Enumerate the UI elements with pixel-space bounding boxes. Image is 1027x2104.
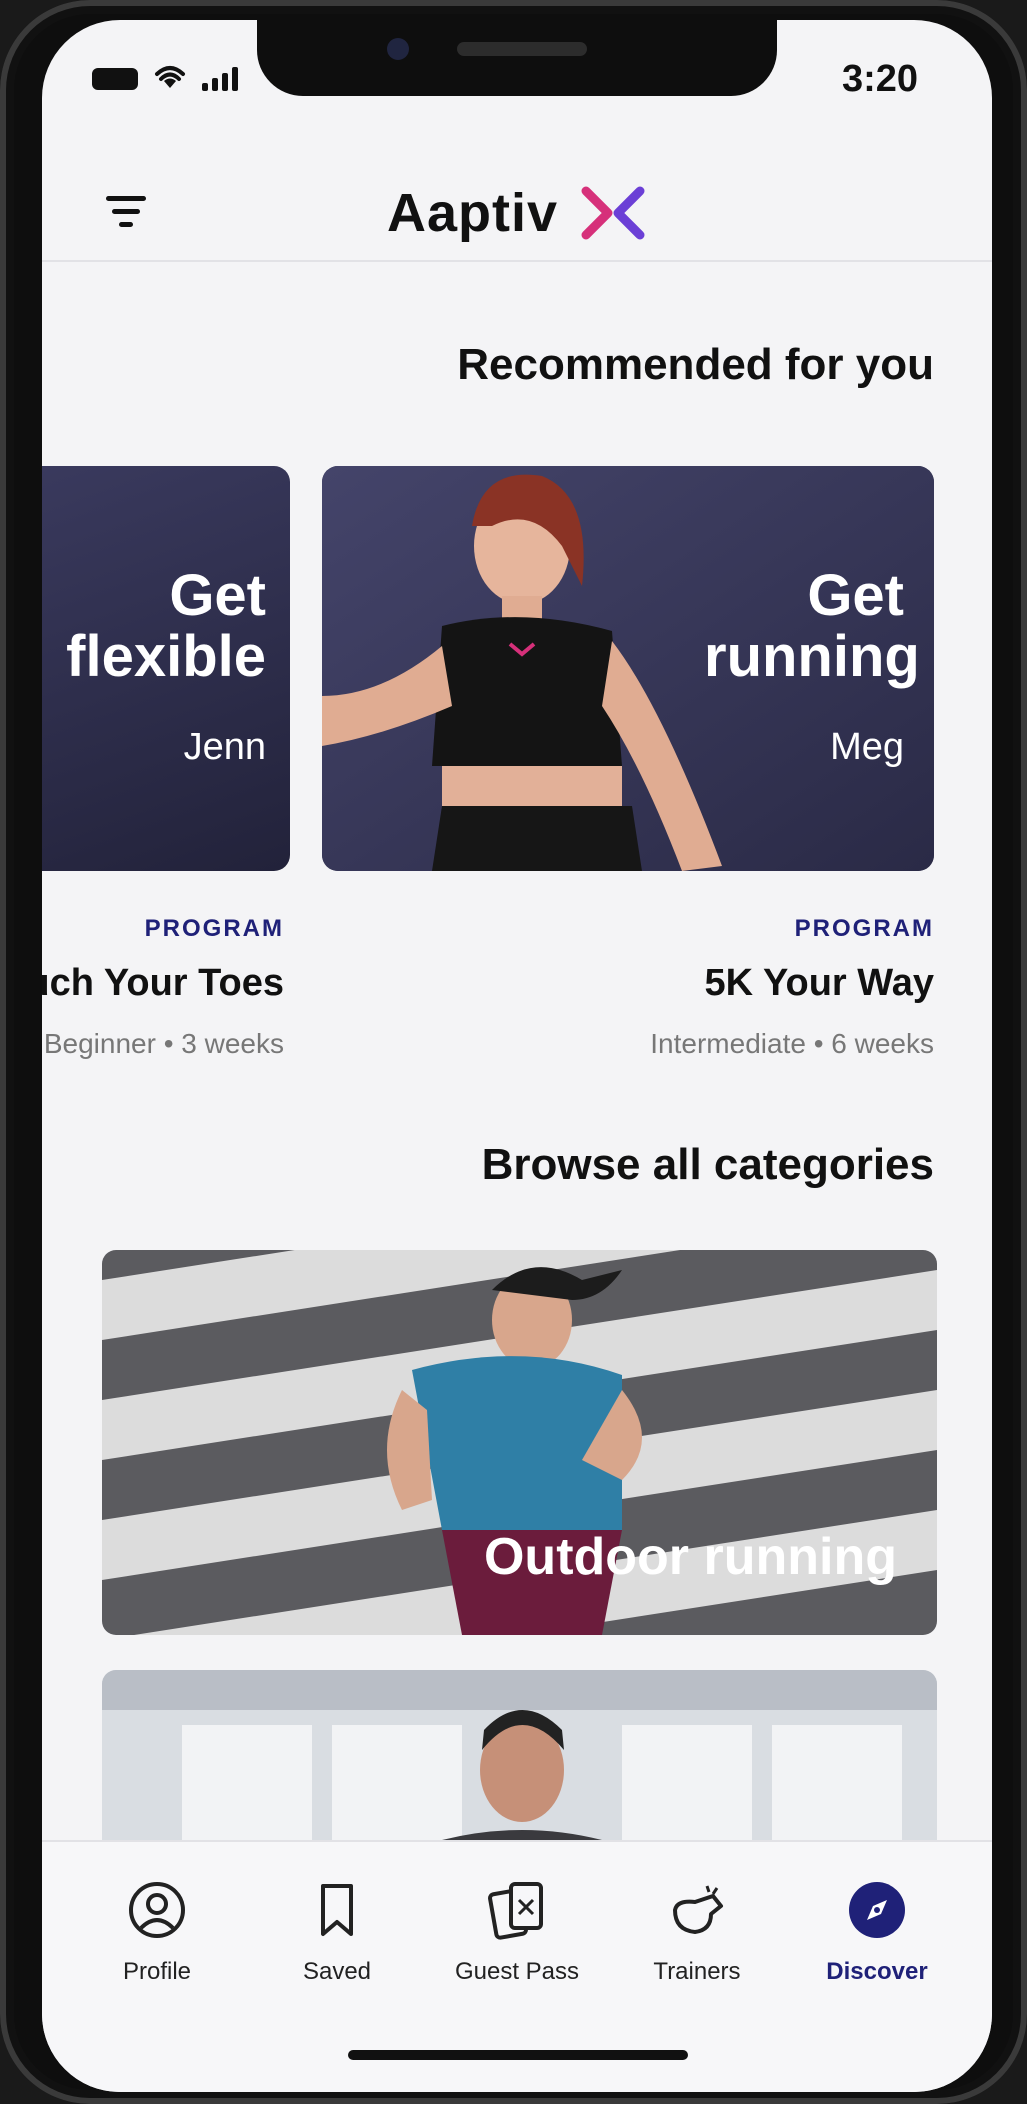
status-time: 3:20	[841, 58, 918, 100]
tab-guest-pass[interactable]: Guest Pass	[432, 1880, 602, 1986]
card-type-label: PROGRAM	[144, 915, 284, 942]
bookmark-icon	[307, 1880, 367, 1940]
card-program-name[interactable]: 5K Your Way	[705, 962, 934, 1005]
tab-discover[interactable]: Discover	[792, 1880, 962, 1986]
card-program-meta: Beginner • 3 weeks	[43, 1028, 284, 1059]
battery-icon	[92, 68, 138, 90]
tab-label: Discover	[826, 1958, 928, 1985]
guest-pass-icon	[487, 1880, 547, 1940]
card-overlay-title: Get flexible	[66, 563, 266, 689]
phone-frame: 3:20 Aaptiv Recommended for you Get flex…	[0, 0, 1027, 2104]
brand-mark-icon	[581, 186, 645, 240]
category-photo	[102, 1670, 937, 1855]
card-program-name[interactable]: Touch Your Toes	[42, 962, 284, 1005]
speaker-grille	[457, 42, 587, 56]
status-indicators	[92, 62, 238, 96]
brand-name: Aaptiv	[387, 183, 559, 243]
compass-icon	[847, 1880, 907, 1940]
tab-label: Profile	[122, 1958, 192, 1985]
card-overlay-title: Get running	[704, 563, 920, 689]
wifi-icon	[152, 62, 188, 96]
signal-icon	[202, 67, 238, 91]
tab-label: Trainers	[653, 1958, 741, 1985]
brand-logo: Aaptiv	[387, 182, 648, 244]
category-label: Outdoor running	[483, 1528, 897, 1586]
app-header: Aaptiv	[42, 160, 992, 262]
tab-saved[interactable]: Saved	[252, 1880, 422, 1986]
app-screen: 3:20 Aaptiv Recommended for you Get flex…	[42, 20, 992, 2092]
recommended-title: Recommended for you	[457, 340, 934, 389]
card-trainer-name: Jenn	[183, 726, 266, 768]
category-card[interactable]	[102, 1670, 937, 1855]
camera-icon	[387, 38, 409, 60]
profile-icon	[127, 1880, 187, 1940]
card-trainer-name: Meg	[830, 726, 904, 768]
category-card-outdoor-running[interactable]: Outdoor running	[102, 1250, 937, 1635]
browse-title: Browse all categories	[481, 1140, 934, 1189]
tab-trainers[interactable]: Trainers	[612, 1880, 782, 1986]
tab-profile[interactable]: Profile	[72, 1880, 242, 1986]
card-type-label: PROGRAM	[794, 915, 934, 942]
program-card-get-running[interactable]: Get running Meg	[322, 466, 934, 871]
home-indicator[interactable]	[348, 2050, 688, 2060]
notch	[257, 20, 777, 96]
filter-icon[interactable]	[104, 196, 148, 236]
card-program-meta: Intermediate • 6 weeks	[650, 1028, 934, 1059]
whistle-icon	[667, 1880, 727, 1940]
program-card-get-flexible[interactable]: Get flexible Jenn	[42, 466, 290, 871]
tab-label: Guest Pass	[454, 1958, 580, 1985]
tab-label: Saved	[302, 1958, 372, 1985]
